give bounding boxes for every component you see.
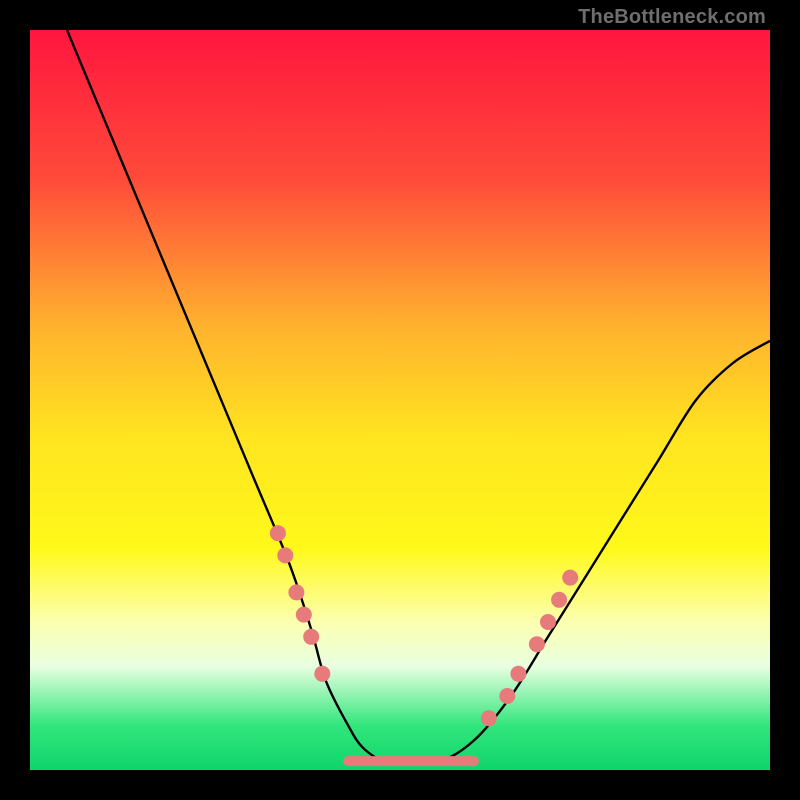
- highlight-dot: [270, 525, 286, 541]
- highlight-dot: [562, 570, 578, 586]
- watermark-text: TheBottleneck.com: [578, 6, 766, 29]
- highlight-dot: [499, 688, 515, 704]
- highlight-dot: [314, 666, 330, 682]
- highlight-dot: [481, 710, 497, 726]
- highlight-dot: [303, 629, 319, 645]
- highlight-dots-group: [270, 525, 578, 726]
- highlight-dot: [277, 547, 293, 563]
- highlight-dot: [510, 666, 526, 682]
- chart-overlay: [30, 30, 770, 770]
- highlight-dot: [296, 607, 312, 623]
- highlight-dot: [288, 584, 304, 600]
- highlight-dot: [529, 636, 545, 652]
- bottleneck-curve: [67, 30, 770, 764]
- plot-frame: [30, 30, 770, 770]
- highlight-dot: [551, 592, 567, 608]
- highlight-dot: [540, 614, 556, 630]
